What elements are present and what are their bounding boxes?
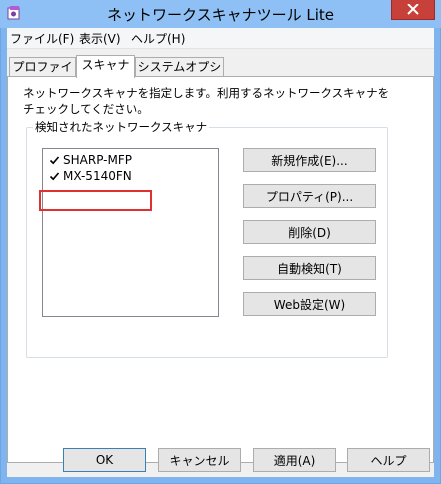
menu-view[interactable]: 表示(V) xyxy=(79,30,121,47)
ok-button[interactable]: OK xyxy=(63,448,146,472)
title-bar[interactable]: ネットワークスキャナツール Lite xyxy=(0,0,441,28)
auto-detect-button[interactable]: 自動検知(T) xyxy=(243,256,376,280)
menu-bar: ファイル(F) 表示(V) ヘルプ(H) xyxy=(7,28,434,49)
detected-scanners-group: 検知されたネットワークスキャナ SHARP-MFP MX-5140FN 新規作成… xyxy=(26,119,388,358)
group-label: 検知されたネットワークスキャナ xyxy=(33,119,210,135)
app-window: ネットワークスキャナツール Lite ファイル(F) 表示(V) ヘルプ(H) … xyxy=(0,0,441,484)
tab-system-options[interactable]: システムオプション xyxy=(135,57,224,92)
apply-button[interactable]: 適用(A) xyxy=(253,448,336,472)
menu-file[interactable]: ファイル(F) xyxy=(10,30,74,47)
scanner-name: SHARP-MFP xyxy=(63,153,132,167)
scanner-checkbox[interactable] xyxy=(49,171,60,182)
checkmark-icon xyxy=(49,156,60,165)
close-icon xyxy=(407,4,419,15)
scanner-name: MX-5140FN xyxy=(63,169,132,183)
list-item[interactable]: MX-5140FN xyxy=(45,168,215,184)
list-item[interactable]: SHARP-MFP xyxy=(45,152,215,168)
delete-button[interactable]: 削除(D) xyxy=(243,220,376,244)
window-title: ネットワークスキャナツール Lite xyxy=(107,6,334,24)
tab-profile[interactable]: プロファイル xyxy=(9,57,76,92)
highlight-box xyxy=(39,190,152,211)
dialog-client: ファイル(F) 表示(V) ヘルプ(H) プロファイル スキャナ システムオプシ… xyxy=(7,28,434,477)
properties-button[interactable]: プロパティ(P)... xyxy=(243,184,376,208)
close-button[interactable] xyxy=(391,0,435,20)
menu-help[interactable]: ヘルプ(H) xyxy=(131,30,185,47)
scanner-checkbox[interactable] xyxy=(49,155,60,166)
help-button[interactable]: ヘルプ xyxy=(347,448,430,472)
scanner-description: ネットワークスキャナを指定します。利用するネットワークスキャナをチェックしてくだ… xyxy=(23,86,390,116)
cancel-button[interactable]: キャンセル xyxy=(158,448,241,472)
web-settings-button[interactable]: Web設定(W) xyxy=(243,292,376,316)
new-button[interactable]: 新規作成(E)... xyxy=(243,148,376,172)
checkmark-icon xyxy=(49,172,60,181)
tab-scanner[interactable]: スキャナ xyxy=(76,55,135,78)
scanner-list[interactable]: SHARP-MFP MX-5140FN xyxy=(42,148,219,317)
